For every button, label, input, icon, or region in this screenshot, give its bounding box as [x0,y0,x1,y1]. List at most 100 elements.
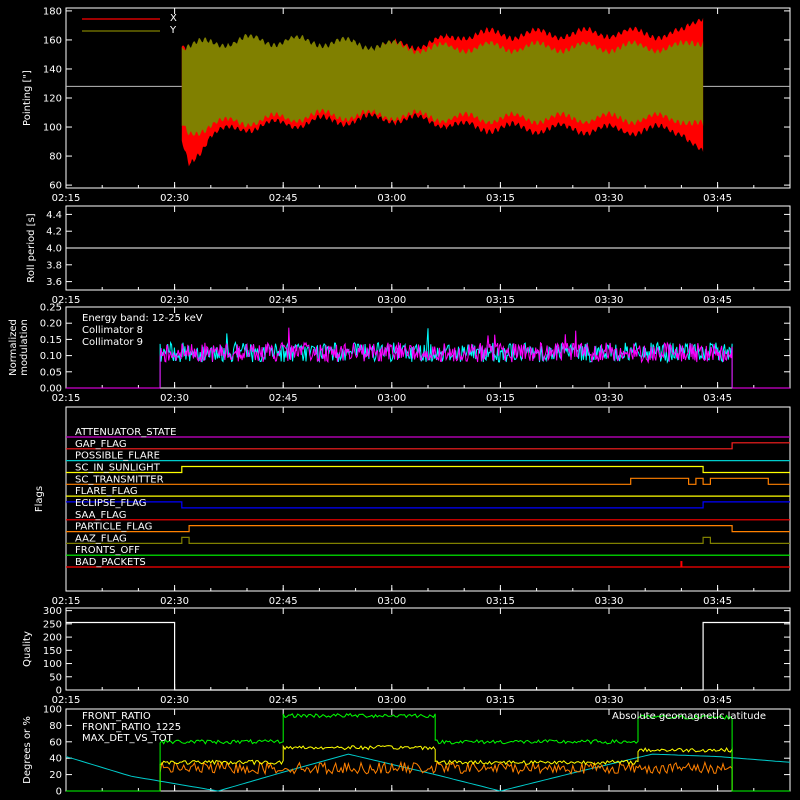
x-tick-label: 03:45 [703,596,732,607]
y-axis-label: Normalized [8,319,19,376]
flag-line-particle-flag [66,524,790,533]
y-axis-label: Quality [22,631,33,667]
x-tick-label: 03:00 [377,596,406,607]
y-axis-label: modulation [19,319,30,376]
x-tick-label: 03:45 [703,393,732,404]
y-tick-label: 150 [43,646,62,657]
flag-label: AAZ_FLAG [75,533,127,544]
x-tick-label: 02:45 [269,695,298,706]
y-tick-label: 40 [49,754,62,765]
y-axis-label: Degrees or % [22,716,33,784]
flag-label: POSSIBLE_FLARE [75,451,160,462]
x-tick-label: 03:00 [377,695,406,706]
x-tick-label: 03:00 [377,193,406,204]
y-tick-label: 160 [43,35,62,46]
x-tick-label: 02:45 [269,295,298,306]
x-tick-label: 03:30 [595,193,624,204]
energy-band-label: Energy band: 12-25 keV [82,313,203,324]
x-tick-label: 02:30 [160,596,189,607]
y-tick-label: 140 [43,64,62,75]
flag-label: GAP_FLAG [75,439,127,450]
y-tick-label: 3.8 [46,260,62,271]
x-tick-label: 03:15 [486,193,515,204]
x-tick-label: 03:30 [595,596,624,607]
x-tick-label: 03:30 [595,695,624,706]
y-tick-label: 0.25 [40,303,62,314]
x-tick-label: 03:15 [486,295,515,306]
series-front-ratio [66,744,790,792]
x-tick-label: 03:45 [703,295,732,306]
y-tick-label: 4.0 [46,244,62,255]
legend-label: Collimator 9 [82,337,143,348]
flag-line-eclipse-flag [66,501,790,509]
x-tick-label: 02:15 [52,393,81,404]
y-tick-label: 60 [49,737,62,748]
data-marks [65,17,791,792]
legend-label: MAX_DET_VS_TOT [82,733,174,744]
series-collimator-9 [159,327,733,388]
flag-label: ATTENUATOR_STATE [75,427,176,438]
y-tick-label: 100 [43,123,62,134]
x-tick-label: 02:30 [160,695,189,706]
flag-label: ECLIPSE_FLAG [75,498,146,509]
quality-line [66,621,790,691]
y-tick-label: 4.2 [46,227,62,238]
y-axis-label: Flags [34,486,45,512]
legend-label: FRONT_RATIO [82,711,151,722]
y-tick-label: 80 [49,152,62,163]
y-tick-label: 120 [43,94,62,105]
flag-label: FLARE_FLAG [75,486,138,497]
x-tick-label: 03:30 [595,295,624,306]
legend-label: Absolute geomagnetic latitude [612,711,766,722]
x-tick-label: 03:15 [486,393,515,404]
x-tick-label: 02:30 [160,193,189,204]
flag-label: SAA_FLAG [75,510,126,521]
y-tick-label: 200 [43,633,62,644]
y-tick-label: 0.10 [40,351,62,362]
chart-figure: 02:15 02:30 02:45 03:00 03:15 03:30 03:45 60 80 1… [0,0,800,800]
y-tick-label: 3.6 [46,277,62,288]
flag-label: SC_IN_SUNLIGHT [75,462,161,473]
y-tick-label: 0 [56,686,62,697]
y-tick-label: 50 [49,672,62,683]
y-tick-label: 100 [43,705,62,716]
x-tick-label: 03:45 [703,695,732,706]
flag-label: PARTICLE_FLAG [75,522,152,533]
y-tick-label: 0.15 [40,335,62,346]
legend-label: Y [169,25,177,36]
flag-line-gap-flag [66,442,790,450]
y-tick-label: 60 [49,181,62,192]
legend-label: X [170,13,177,24]
y-tick-label: 100 [43,659,62,670]
x-tick-label: 02:45 [269,393,298,404]
x-tick-label: 02:45 [269,596,298,607]
flag-label: BAD_PACKETS [75,557,146,568]
y-tick-label: 250 [43,619,62,630]
x-tick-label: 03:00 [377,295,406,306]
x-tick-label: 03:00 [377,393,406,404]
y-tick-label: 300 [43,606,62,617]
x-tick-label: 03:30 [595,393,624,404]
x-tick-label: 03:15 [486,695,515,706]
x-tick-label: 03:15 [486,596,515,607]
x-tick-label: 03:45 [703,193,732,204]
flag-line-sc-in-sunlight [66,465,790,474]
y-tick-label: 0.20 [40,319,62,330]
legend-label: FRONT_RATIO_1225 [82,722,181,733]
y-tick-label: 0 [56,787,62,798]
x-tick-label: 02:15 [52,193,81,204]
y-tick-label: 0.00 [40,384,62,395]
y-tick-label: 20 [49,770,62,781]
y-axis-label: Roll period [s] [26,213,37,282]
y-tick-label: 0.05 [40,367,62,378]
y-tick-label: 4.4 [46,210,62,221]
flag-line-aaz-flag [66,536,790,545]
y-axis-label: Pointing ["] [22,70,33,126]
flag-line-sc-transmitter [66,477,790,485]
legend-label: Collimator 8 [82,325,143,336]
y-tick-label: 80 [49,721,62,732]
x-tick-label: 02:30 [160,295,189,306]
flag-label: FRONTS_OFF [75,545,140,556]
x-tick-label: 02:30 [160,393,189,404]
flag-label: SC_TRANSMITTER [75,474,164,485]
